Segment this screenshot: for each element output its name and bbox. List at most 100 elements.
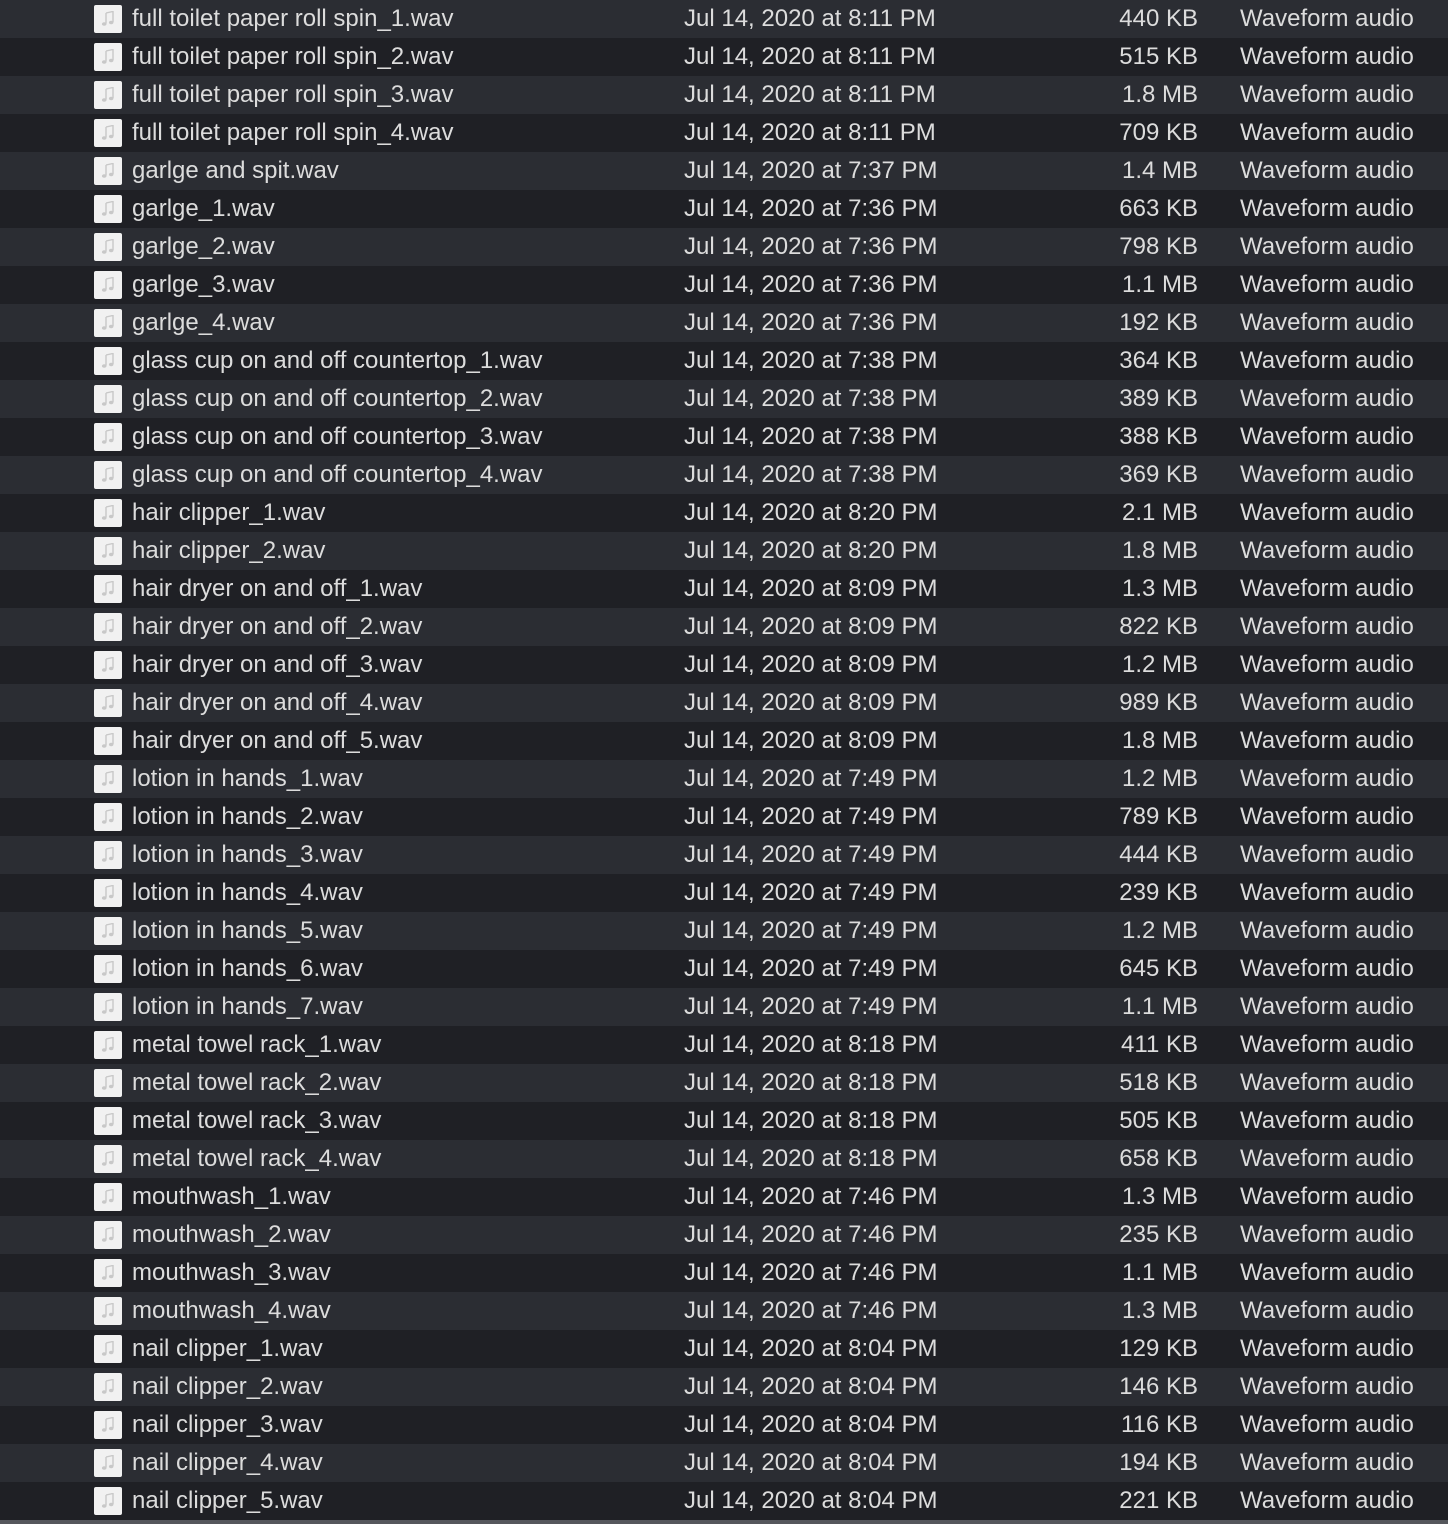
file-row[interactable]: lotion in hands_5.wav Jul 14, 2020 at 7:… bbox=[0, 912, 1448, 950]
horizontal-scrollbar[interactable] bbox=[0, 1520, 1448, 1524]
file-name: hair clipper_1.wav bbox=[132, 499, 326, 526]
file-date-modified: Jul 14, 2020 at 7:36 PM bbox=[684, 195, 938, 222]
audio-file-icon bbox=[94, 195, 122, 223]
audio-file-icon bbox=[94, 1031, 122, 1059]
file-date-modified: Jul 14, 2020 at 8:04 PM bbox=[684, 1335, 938, 1362]
file-name: metal towel rack_3.wav bbox=[132, 1107, 382, 1134]
file-row[interactable]: lotion in hands_3.wav Jul 14, 2020 at 7:… bbox=[0, 836, 1448, 874]
file-name: nail clipper_5.wav bbox=[132, 1487, 323, 1514]
file-size: 709 KB bbox=[1119, 119, 1198, 146]
audio-file-icon bbox=[94, 1107, 122, 1135]
file-size: 1.1 MB bbox=[1121, 271, 1198, 298]
file-row[interactable]: metal towel rack_4.wav Jul 14, 2020 at 8… bbox=[0, 1140, 1448, 1178]
file-date-modified: Jul 14, 2020 at 7:49 PM bbox=[684, 917, 938, 944]
file-name: nail clipper_2.wav bbox=[132, 1373, 323, 1400]
file-row[interactable]: lotion in hands_4.wav Jul 14, 2020 at 7:… bbox=[0, 874, 1448, 912]
file-name: mouthwash_3.wav bbox=[132, 1259, 331, 1286]
file-size: 440 KB bbox=[1119, 5, 1198, 32]
file-row[interactable]: hair clipper_1.wav Jul 14, 2020 at 8:20 … bbox=[0, 494, 1448, 532]
file-row[interactable]: lotion in hands_7.wav Jul 14, 2020 at 7:… bbox=[0, 988, 1448, 1026]
file-date-modified: Jul 14, 2020 at 8:04 PM bbox=[684, 1411, 938, 1438]
file-row[interactable]: garlge_2.wav Jul 14, 2020 at 7:36 PM 798… bbox=[0, 228, 1448, 266]
file-row[interactable]: garlge_3.wav Jul 14, 2020 at 7:36 PM 1.1… bbox=[0, 266, 1448, 304]
file-name: glass cup on and off countertop_1.wav bbox=[132, 347, 543, 374]
file-row[interactable]: full toilet paper roll spin_4.wav Jul 14… bbox=[0, 114, 1448, 152]
file-row[interactable]: lotion in hands_6.wav Jul 14, 2020 at 7:… bbox=[0, 950, 1448, 988]
file-size: 1.1 MB bbox=[1121, 1259, 1198, 1286]
audio-file-icon bbox=[94, 347, 122, 375]
file-name: garlge_1.wav bbox=[132, 195, 275, 222]
file-row[interactable]: garlge and spit.wav Jul 14, 2020 at 7:37… bbox=[0, 152, 1448, 190]
file-row[interactable]: nail clipper_3.wav Jul 14, 2020 at 8:04 … bbox=[0, 1406, 1448, 1444]
file-kind: Waveform audio bbox=[1240, 385, 1414, 412]
file-row[interactable]: nail clipper_1.wav Jul 14, 2020 at 8:04 … bbox=[0, 1330, 1448, 1368]
audio-file-icon bbox=[94, 575, 122, 603]
audio-file-icon bbox=[94, 1069, 122, 1097]
file-size: 364 KB bbox=[1119, 347, 1198, 374]
file-kind: Waveform audio bbox=[1240, 119, 1414, 146]
file-kind: Waveform audio bbox=[1240, 613, 1414, 640]
file-date-modified: Jul 14, 2020 at 7:49 PM bbox=[684, 993, 938, 1020]
file-row[interactable]: nail clipper_4.wav Jul 14, 2020 at 8:04 … bbox=[0, 1444, 1448, 1482]
file-kind: Waveform audio bbox=[1240, 575, 1414, 602]
file-date-modified: Jul 14, 2020 at 7:49 PM bbox=[684, 879, 938, 906]
audio-file-icon bbox=[94, 803, 122, 831]
file-size: 129 KB bbox=[1119, 1335, 1198, 1362]
file-row[interactable]: glass cup on and off countertop_1.wav Ju… bbox=[0, 342, 1448, 380]
file-date-modified: Jul 14, 2020 at 7:49 PM bbox=[684, 955, 938, 982]
file-row[interactable]: hair dryer on and off_4.wav Jul 14, 2020… bbox=[0, 684, 1448, 722]
file-row[interactable]: hair clipper_2.wav Jul 14, 2020 at 8:20 … bbox=[0, 532, 1448, 570]
file-row[interactable]: nail clipper_5.wav Jul 14, 2020 at 8:04 … bbox=[0, 1482, 1448, 1520]
file-kind: Waveform audio bbox=[1240, 1487, 1414, 1514]
file-size: 369 KB bbox=[1119, 461, 1198, 488]
audio-file-icon bbox=[94, 727, 122, 755]
file-name: lotion in hands_6.wav bbox=[132, 955, 363, 982]
audio-file-icon bbox=[94, 309, 122, 337]
file-row[interactable]: metal towel rack_3.wav Jul 14, 2020 at 8… bbox=[0, 1102, 1448, 1140]
file-size: 1.4 MB bbox=[1121, 157, 1198, 184]
file-row[interactable]: nail clipper_2.wav Jul 14, 2020 at 8:04 … bbox=[0, 1368, 1448, 1406]
file-row[interactable]: hair dryer on and off_5.wav Jul 14, 2020… bbox=[0, 722, 1448, 760]
file-kind: Waveform audio bbox=[1240, 43, 1414, 70]
audio-file-icon bbox=[94, 765, 122, 793]
file-size: 1.8 MB bbox=[1121, 537, 1198, 564]
file-row[interactable]: metal towel rack_1.wav Jul 14, 2020 at 8… bbox=[0, 1026, 1448, 1064]
file-row[interactable]: full toilet paper roll spin_1.wav Jul 14… bbox=[0, 0, 1448, 38]
file-kind: Waveform audio bbox=[1240, 689, 1414, 716]
file-row[interactable]: full toilet paper roll spin_2.wav Jul 14… bbox=[0, 38, 1448, 76]
audio-file-icon bbox=[94, 879, 122, 907]
file-kind: Waveform audio bbox=[1240, 917, 1414, 944]
file-name: lotion in hands_4.wav bbox=[132, 879, 363, 906]
file-row[interactable]: garlge_1.wav Jul 14, 2020 at 7:36 PM 663… bbox=[0, 190, 1448, 228]
file-date-modified: Jul 14, 2020 at 7:36 PM bbox=[684, 233, 938, 260]
file-date-modified: Jul 14, 2020 at 7:46 PM bbox=[684, 1183, 938, 1210]
file-row[interactable]: full toilet paper roll spin_3.wav Jul 14… bbox=[0, 76, 1448, 114]
file-date-modified: Jul 14, 2020 at 7:49 PM bbox=[684, 765, 938, 792]
file-size: 1.2 MB bbox=[1121, 765, 1198, 792]
file-row[interactable]: lotion in hands_1.wav Jul 14, 2020 at 7:… bbox=[0, 760, 1448, 798]
file-row[interactable]: mouthwash_3.wav Jul 14, 2020 at 7:46 PM … bbox=[0, 1254, 1448, 1292]
audio-file-icon bbox=[94, 1411, 122, 1439]
file-name: lotion in hands_1.wav bbox=[132, 765, 363, 792]
audio-file-icon bbox=[94, 613, 122, 641]
audio-file-icon bbox=[94, 1183, 122, 1211]
file-row[interactable]: mouthwash_4.wav Jul 14, 2020 at 7:46 PM … bbox=[0, 1292, 1448, 1330]
file-row[interactable]: mouthwash_2.wav Jul 14, 2020 at 7:46 PM … bbox=[0, 1216, 1448, 1254]
file-name: nail clipper_3.wav bbox=[132, 1411, 323, 1438]
file-date-modified: Jul 14, 2020 at 7:37 PM bbox=[684, 157, 938, 184]
file-date-modified: Jul 14, 2020 at 7:38 PM bbox=[684, 385, 938, 412]
file-row[interactable]: garlge_4.wav Jul 14, 2020 at 7:36 PM 192… bbox=[0, 304, 1448, 342]
file-row[interactable]: hair dryer on and off_3.wav Jul 14, 2020… bbox=[0, 646, 1448, 684]
file-row[interactable]: mouthwash_1.wav Jul 14, 2020 at 7:46 PM … bbox=[0, 1178, 1448, 1216]
file-row[interactable]: glass cup on and off countertop_3.wav Ju… bbox=[0, 418, 1448, 456]
file-row[interactable]: metal towel rack_2.wav Jul 14, 2020 at 8… bbox=[0, 1064, 1448, 1102]
file-row[interactable]: glass cup on and off countertop_2.wav Ju… bbox=[0, 380, 1448, 418]
file-name: hair dryer on and off_1.wav bbox=[132, 575, 423, 602]
file-row[interactable]: glass cup on and off countertop_4.wav Ju… bbox=[0, 456, 1448, 494]
file-name: full toilet paper roll spin_1.wav bbox=[132, 5, 454, 32]
file-name: mouthwash_2.wav bbox=[132, 1221, 331, 1248]
file-row[interactable]: hair dryer on and off_1.wav Jul 14, 2020… bbox=[0, 570, 1448, 608]
file-row[interactable]: lotion in hands_2.wav Jul 14, 2020 at 7:… bbox=[0, 798, 1448, 836]
file-row[interactable]: hair dryer on and off_2.wav Jul 14, 2020… bbox=[0, 608, 1448, 646]
file-date-modified: Jul 14, 2020 at 8:09 PM bbox=[684, 613, 938, 640]
